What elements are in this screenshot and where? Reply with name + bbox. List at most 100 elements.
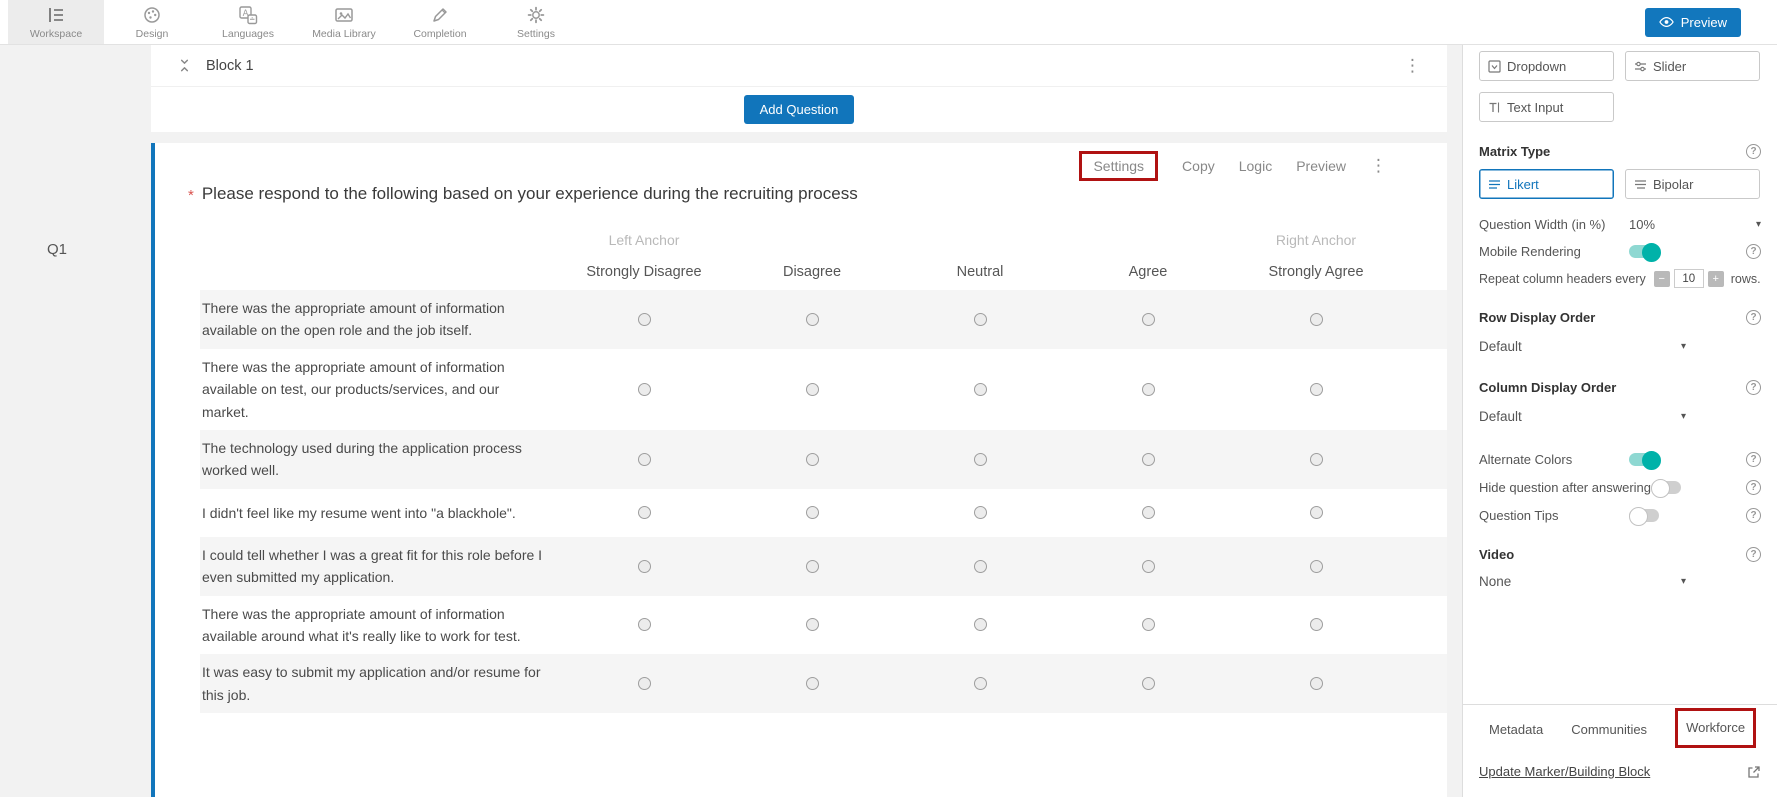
column-display-order-label: Column Display Order xyxy=(1479,380,1616,395)
mobile-rendering-row: Mobile Rendering ? xyxy=(1479,244,1761,259)
radio-option[interactable] xyxy=(974,618,987,631)
matrix-type-bipolar-button[interactable]: Bipolar xyxy=(1625,169,1760,199)
radio-option[interactable] xyxy=(974,453,987,466)
plus-button[interactable]: + xyxy=(1708,271,1724,287)
radio-option[interactable] xyxy=(806,383,819,396)
alternate-colors-row: Alternate Colors ? xyxy=(1479,452,1761,467)
radio-option[interactable] xyxy=(1310,677,1323,690)
update-marker-link[interactable]: Update Marker/Building Block xyxy=(1479,764,1650,779)
tab-metadata[interactable]: Metadata xyxy=(1489,722,1543,737)
help-icon[interactable]: ? xyxy=(1746,480,1761,495)
radio-option[interactable] xyxy=(806,506,819,519)
radio-option[interactable] xyxy=(806,677,819,690)
question-type-slider-button[interactable]: Slider xyxy=(1625,51,1760,81)
radio-option[interactable] xyxy=(638,618,651,631)
hide-question-toggle[interactable] xyxy=(1651,481,1681,494)
toolbar-item-settings[interactable]: Settings xyxy=(488,0,584,44)
row-statement: There was the appropriate amount of info… xyxy=(200,356,560,423)
radio-option[interactable] xyxy=(806,313,819,326)
help-icon[interactable]: ? xyxy=(1746,310,1761,325)
help-icon[interactable]: ? xyxy=(1746,508,1761,523)
repeat-headers-row: Repeat column headers every − + rows. xyxy=(1479,269,1761,288)
radio-option[interactable] xyxy=(638,383,651,396)
video-select[interactable]: None ▾ xyxy=(1479,574,1686,589)
help-icon[interactable]: ? xyxy=(1746,244,1761,259)
toolbar-item-label: Design xyxy=(136,28,169,40)
toolbar-item-completion[interactable]: Completion xyxy=(392,0,488,44)
chevron-down-icon[interactable]: ▾ xyxy=(1756,219,1761,230)
preview-button[interactable]: Preview xyxy=(1645,8,1741,37)
radio-option[interactable] xyxy=(974,506,987,519)
question-logic-action[interactable]: Logic xyxy=(1239,158,1272,174)
radio-option[interactable] xyxy=(806,618,819,631)
row-statement: I didn't feel like my resume went into "… xyxy=(200,502,560,524)
radio-option[interactable] xyxy=(1310,506,1323,519)
question-tips-toggle[interactable] xyxy=(1629,509,1659,522)
alternate-colors-label: Alternate Colors xyxy=(1479,452,1629,467)
text-input-icon xyxy=(1488,101,1501,114)
radio-option[interactable] xyxy=(974,383,987,396)
question-preview-action[interactable]: Preview xyxy=(1296,158,1346,174)
radio-option[interactable] xyxy=(1142,453,1155,466)
radio-option[interactable] xyxy=(1310,560,1323,573)
row-display-order-label: Row Display Order xyxy=(1479,310,1595,325)
question-copy-action[interactable]: Copy xyxy=(1182,158,1215,174)
radio-option[interactable] xyxy=(974,313,987,326)
workspace-icon xyxy=(46,5,66,25)
radio-option[interactable] xyxy=(638,560,651,573)
radio-option[interactable] xyxy=(1310,618,1323,631)
toolbar-item-media-library[interactable]: Media Library xyxy=(296,0,392,44)
tab-communities[interactable]: Communities xyxy=(1571,722,1647,737)
block-kebab-menu-icon[interactable]: ⋮ xyxy=(1404,57,1421,74)
radio-option[interactable] xyxy=(806,453,819,466)
question-type-dropdown-button[interactable]: Dropdown xyxy=(1479,51,1614,81)
radio-option[interactable] xyxy=(638,677,651,690)
radio-option[interactable] xyxy=(638,313,651,326)
radio-option[interactable] xyxy=(1142,313,1155,326)
help-icon[interactable]: ? xyxy=(1746,547,1761,562)
radio-option[interactable] xyxy=(974,677,987,690)
matrix-type-likert-button[interactable]: Likert xyxy=(1479,169,1614,199)
radio-option[interactable] xyxy=(1142,677,1155,690)
likert-lines-icon xyxy=(1488,178,1501,191)
toolbar-item-languages[interactable]: A Languages xyxy=(200,0,296,44)
question-card: Settings Copy Logic Preview ⋮ * Please r… xyxy=(151,143,1447,797)
radio-option[interactable] xyxy=(1142,506,1155,519)
toolbar-item-label: Media Library xyxy=(312,28,376,40)
radio-option[interactable] xyxy=(1310,453,1323,466)
add-question-button[interactable]: Add Question xyxy=(744,95,855,124)
question-text[interactable]: Please respond to the following based on… xyxy=(202,184,858,204)
alternate-colors-toggle[interactable] xyxy=(1629,453,1659,466)
help-icon[interactable]: ? xyxy=(1746,144,1761,159)
tab-workforce[interactable]: Workforce xyxy=(1686,720,1745,735)
question-settings-action[interactable]: Settings xyxy=(1093,158,1144,174)
column-header: Agree xyxy=(1064,264,1232,280)
external-link-icon[interactable] xyxy=(1747,765,1761,779)
radio-option[interactable] xyxy=(1310,313,1323,326)
radio-option[interactable] xyxy=(806,560,819,573)
radio-option[interactable] xyxy=(974,560,987,573)
radio-option[interactable] xyxy=(1142,383,1155,396)
question-type-label: Slider xyxy=(1653,59,1686,74)
help-icon[interactable]: ? xyxy=(1746,380,1761,395)
radio-option[interactable] xyxy=(638,453,651,466)
minus-button[interactable]: − xyxy=(1654,271,1670,287)
mobile-rendering-toggle[interactable] xyxy=(1629,245,1659,258)
repeat-headers-input[interactable] xyxy=(1674,269,1704,288)
radio-option[interactable] xyxy=(1310,383,1323,396)
survey-canvas: Q1 Block 1 ⋮ Add Question Settings Copy xyxy=(0,45,1462,797)
radio-option[interactable] xyxy=(1142,618,1155,631)
question-width-row: Question Width (in %) 10% ▾ xyxy=(1479,217,1761,232)
toolbar-item-workspace[interactable]: Workspace xyxy=(8,0,104,44)
radio-option[interactable] xyxy=(638,506,651,519)
question-kebab-menu-icon[interactable]: ⋮ xyxy=(1370,157,1387,174)
toolbar-item-design[interactable]: Design xyxy=(104,0,200,44)
help-icon[interactable]: ? xyxy=(1746,452,1761,467)
row-display-order-select[interactable]: Default ▾ xyxy=(1479,339,1686,354)
collapse-icon[interactable] xyxy=(177,58,192,73)
column-display-order-select[interactable]: Default ▾ xyxy=(1479,409,1686,424)
question-width-value[interactable]: 10% xyxy=(1629,217,1655,232)
radio-option[interactable] xyxy=(1142,560,1155,573)
settings-annotation-box: Settings xyxy=(1079,151,1158,181)
question-type-text-input-button[interactable]: Text Input xyxy=(1479,92,1614,122)
